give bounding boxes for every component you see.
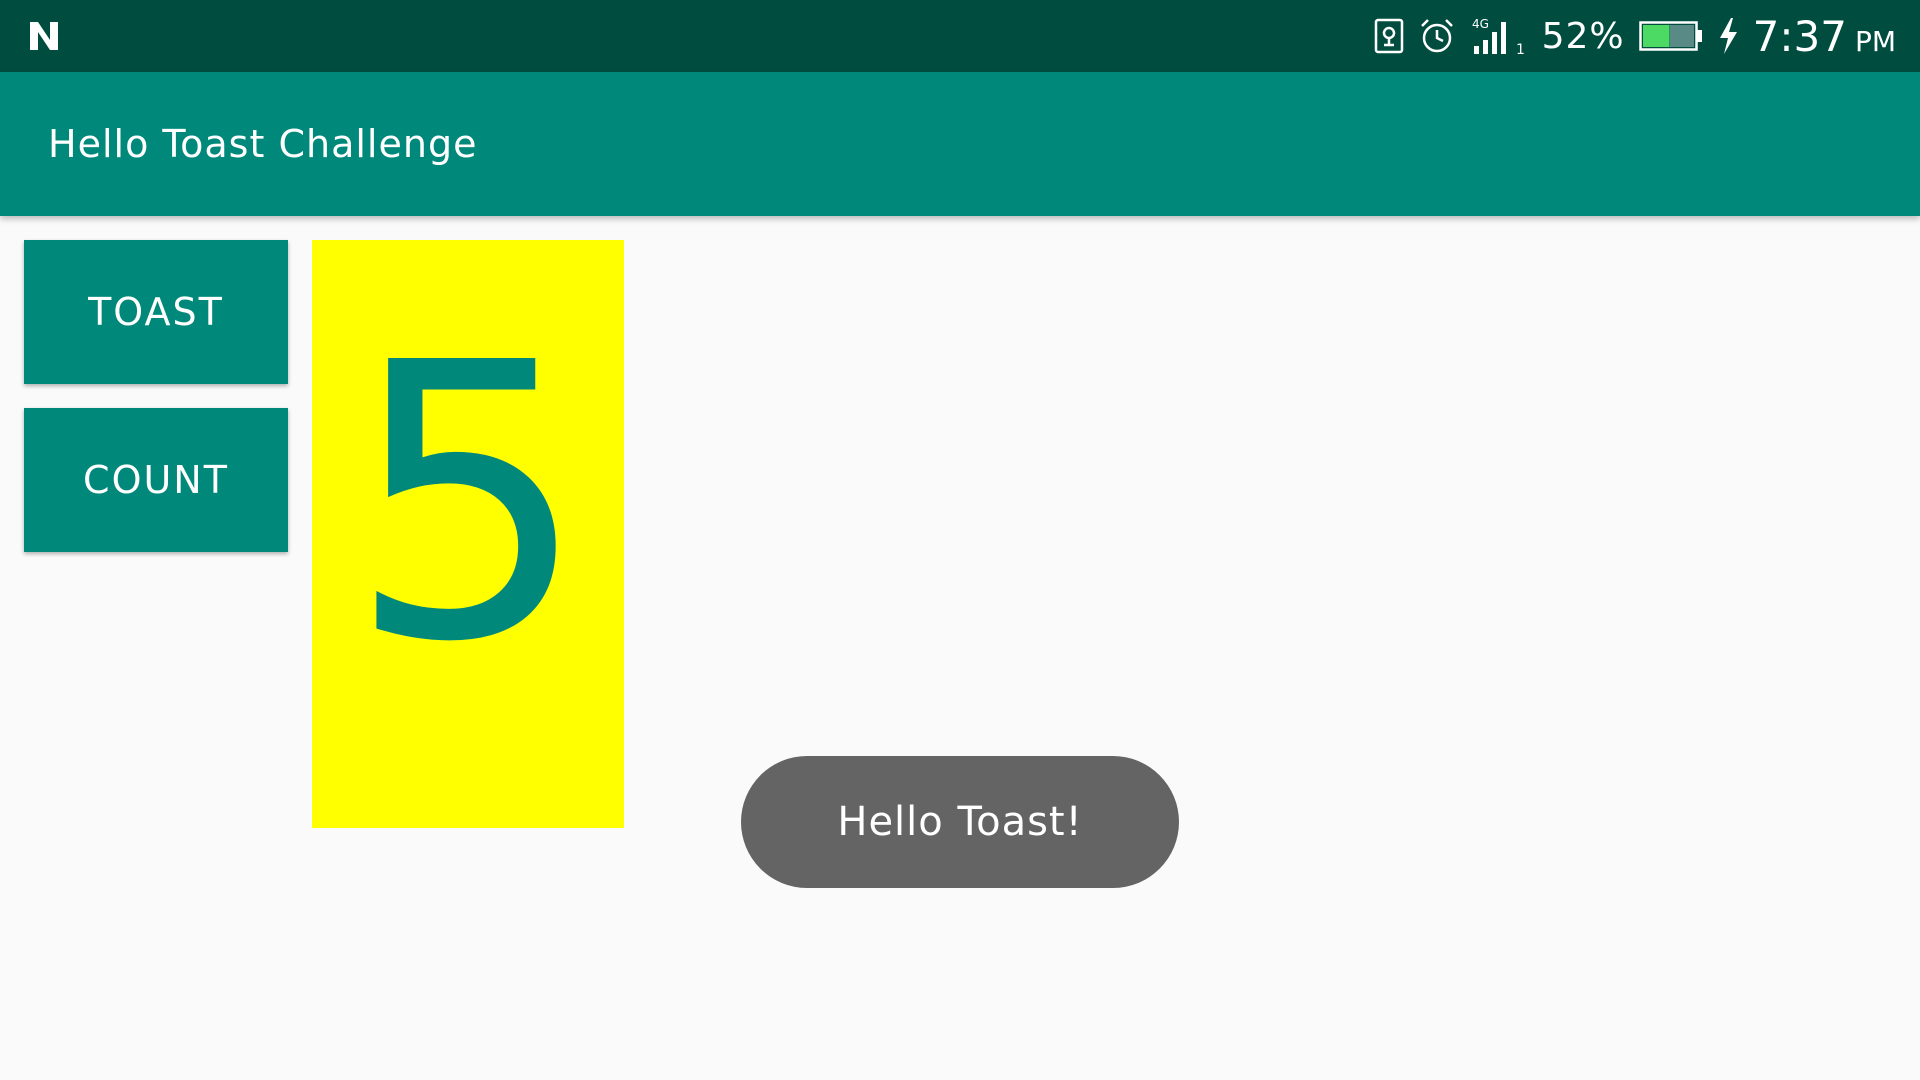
count-display: 5 [312,240,624,828]
toast-text: Hello Toast! [837,799,1083,845]
signal-4g-icon: 4G 1 [1470,16,1528,56]
app-bar: Hello Toast Challenge [0,72,1920,216]
battery-percent: 52% [1541,15,1625,57]
toast-message: Hello Toast! [741,756,1179,888]
alarm-icon [1418,17,1456,55]
status-icons: 4G 1 52% 7:37 PM [1374,0,1896,72]
charging-bolt-icon [1717,17,1739,55]
screen: 4G 1 52% 7:37 PM Hello Toast Challenge T… [0,0,1920,1080]
clock-ampm: PM [1854,24,1896,58]
battery-icon [1638,21,1703,51]
sim-index-label: 1 [1516,42,1525,56]
count-button[interactable]: COUNT [24,408,288,552]
status-clock: 7:37 PM [1753,12,1896,61]
count-value: 5 [347,282,589,725]
signal-type-label: 4G [1472,17,1489,31]
toast-button[interactable]: TOAST [24,240,288,384]
n-logo-icon [26,18,62,54]
clock-time: 7:37 [1752,11,1847,61]
app-title: Hello Toast Challenge [48,122,478,166]
status-bar: 4G 1 52% 7:37 PM [0,0,1920,72]
sim-card-icon [1374,18,1404,54]
